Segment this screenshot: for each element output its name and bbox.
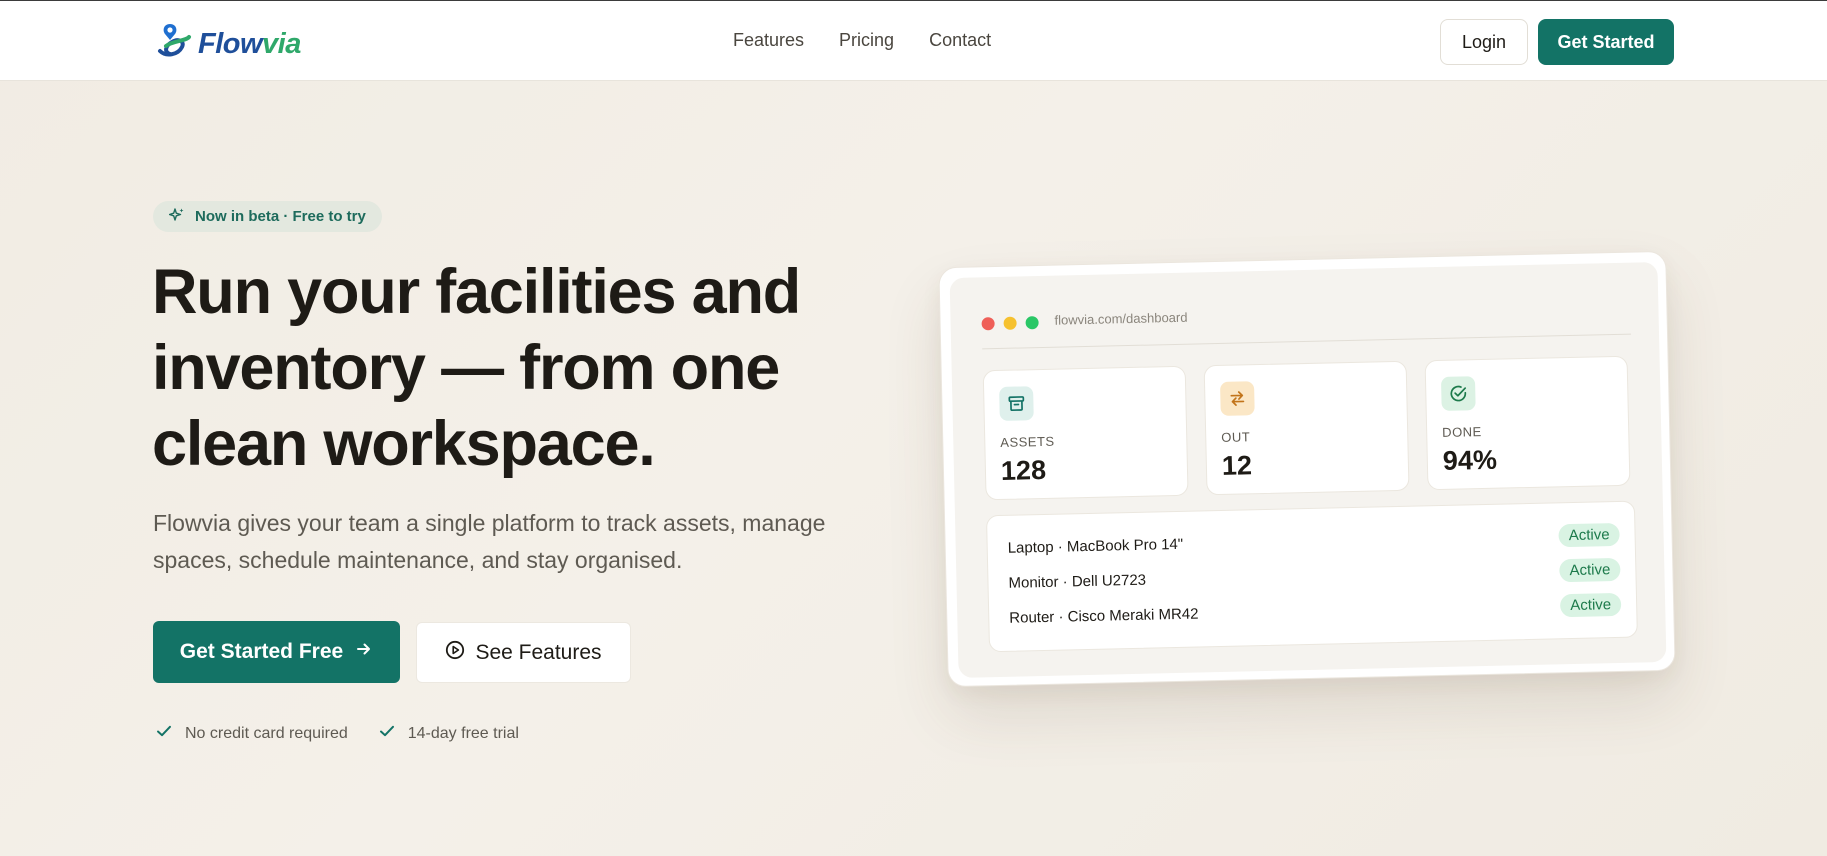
get-started-free-button[interactable]: Get Started Free xyxy=(153,621,400,683)
play-circle-icon xyxy=(445,640,465,666)
perk-item: 14-day free trial xyxy=(378,722,519,745)
hero-description: Flowvia gives your team a single platfor… xyxy=(153,510,826,573)
asset-list: Laptop · MacBook Pro 14" Active Monitor … xyxy=(985,500,1638,653)
beta-badge-label: Now in beta · Free to try xyxy=(195,208,366,225)
check-icon xyxy=(378,722,396,745)
close-dot-icon xyxy=(981,317,995,331)
swap-icon xyxy=(1220,381,1255,416)
divider xyxy=(982,333,1632,350)
sparkle-icon xyxy=(168,207,185,227)
login-button[interactable]: Login xyxy=(1440,19,1528,65)
hero-title: Run your facilities and inventory — from… xyxy=(152,257,801,479)
archive-icon xyxy=(999,386,1034,421)
dashboard-card: flowvia.com/dashboard ASSETS 128 OUT 12 xyxy=(938,250,1676,688)
window-controls xyxy=(981,316,1039,331)
status-badge: Active xyxy=(1560,592,1622,617)
stat-label: OUT xyxy=(1221,429,1251,445)
stat-card-done: DONE 94% xyxy=(1424,355,1631,491)
see-features-button[interactable]: See Features xyxy=(416,622,631,683)
main-nav: Features Pricing Contact xyxy=(733,30,991,51)
nav-contact[interactable]: Contact xyxy=(929,30,991,51)
stat-value: 94% xyxy=(1442,444,1498,476)
stat-card-out: OUT 12 xyxy=(1203,360,1410,496)
nav-pricing[interactable]: Pricing xyxy=(839,30,894,51)
perk-label: 14-day free trial xyxy=(407,724,519,742)
stat-value: 128 xyxy=(1000,454,1047,486)
stat-label: DONE xyxy=(1442,424,1482,440)
asset-name: Router · Cisco Meraki MR42 xyxy=(1009,605,1199,627)
dashboard-url: flowvia.com/dashboard xyxy=(1054,309,1188,328)
minimize-dot-icon xyxy=(1003,316,1017,330)
asset-name: Monitor · Dell U2723 xyxy=(1008,571,1147,592)
get-started-button[interactable]: Get Started xyxy=(1538,19,1674,65)
beta-badge: Now in beta · Free to try xyxy=(153,201,382,232)
cta-secondary-label: See Features xyxy=(475,640,602,664)
nav-features[interactable]: Features xyxy=(733,30,804,51)
list-item[interactable]: Router · Cisco Meraki MR42 Active xyxy=(1009,590,1622,632)
maximize-dot-icon xyxy=(1025,316,1039,330)
perks-list: No credit card required 14-day free tria… xyxy=(155,722,519,745)
perk-label: No credit card required xyxy=(185,724,348,742)
check-circle-icon xyxy=(1440,376,1476,411)
status-badge: Active xyxy=(1558,522,1620,547)
perk-item: No credit card required xyxy=(155,722,348,745)
check-icon xyxy=(155,722,173,745)
logo-wordmark: Flowvia xyxy=(198,28,301,60)
stat-value: 12 xyxy=(1221,450,1253,481)
cta-primary-label: Get Started Free xyxy=(179,640,344,663)
list-item[interactable]: Monitor · Dell U2723 Active xyxy=(1008,555,1621,597)
stat-label: ASSETS xyxy=(1000,433,1055,450)
logo-mark-icon xyxy=(152,21,194,68)
stat-card-assets: ASSETS 128 xyxy=(982,365,1189,501)
logo[interactable]: Flowvia xyxy=(152,21,301,68)
site-header: Flowvia Features Pricing Contact Login G… xyxy=(0,1,1827,81)
asset-name: Laptop · MacBook Pro 14" xyxy=(1007,535,1184,557)
dashboard-window: flowvia.com/dashboard ASSETS 128 OUT 12 xyxy=(949,261,1667,678)
list-item[interactable]: Laptop · MacBook Pro 14" Active xyxy=(1007,520,1620,562)
arrow-right-icon xyxy=(355,640,373,664)
dashboard-preview: flowvia.com/dashboard ASSETS 128 OUT 12 xyxy=(938,250,1676,688)
status-badge: Active xyxy=(1559,557,1621,582)
